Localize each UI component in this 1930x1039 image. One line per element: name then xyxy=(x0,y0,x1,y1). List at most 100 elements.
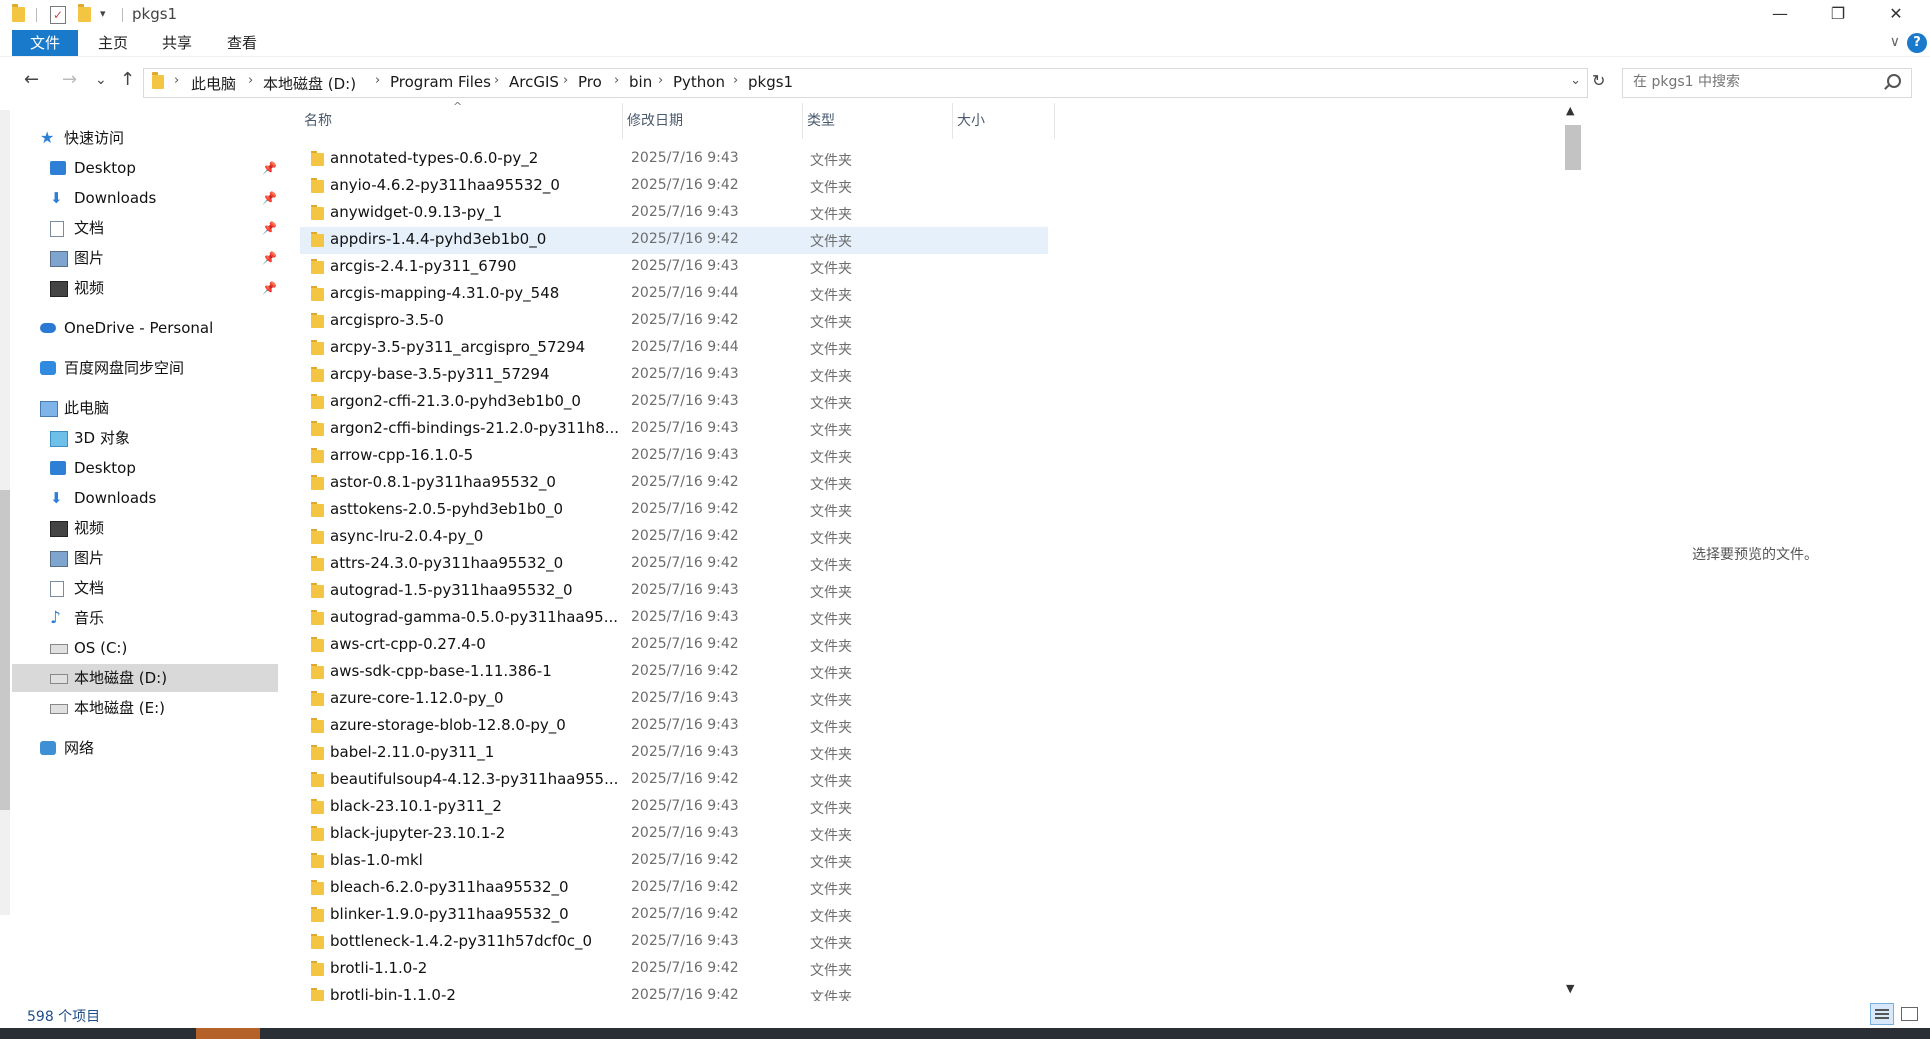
breadcrumb-drive-d[interactable]: 本地磁盘 (D:) xyxy=(263,73,356,94)
pin-icon[interactable]: 📌 xyxy=(262,274,277,302)
file-row[interactable]: arcpy-3.5-py311_arcgispro_57294 2025/7/16… xyxy=(300,335,1048,362)
pin-icon[interactable]: 📌 xyxy=(262,184,277,212)
file-row[interactable]: autograd-1.5-py311haa95532_0 2025/7/16 9:… xyxy=(300,578,1048,605)
close-button[interactable]: ✕ xyxy=(1868,0,1924,30)
file-row[interactable]: annotated-types-0.6.0-py_2 2025/7/16 9:43… xyxy=(300,146,1048,173)
sidebar-item-pictures[interactable]: 图片 📌 xyxy=(50,244,280,272)
taskbar-app-button[interactable] xyxy=(196,1028,260,1039)
file-row[interactable]: aws-sdk-cpp-base-1.11.386-1 2025/7/16 9:4… xyxy=(300,659,1048,686)
breadcrumb-program-files[interactable]: Program Files xyxy=(390,73,491,91)
sidebar-item-drive-e[interactable]: 本地磁盘 (E:) xyxy=(50,694,280,722)
file-row[interactable]: arcgis-2.4.1-py311_6790 2025/7/16 9:43 文件夹 xyxy=(300,254,1048,281)
search-input[interactable] xyxy=(1631,73,1875,91)
search-icon[interactable] xyxy=(1887,74,1901,88)
sidebar-item-downloads[interactable]: ⬇ Downloads xyxy=(50,484,280,512)
file-row[interactable]: arcgispro-3.5-0 2025/7/16 9:42 文件夹 xyxy=(300,308,1048,335)
file-row[interactable]: brotli-bin-1.1.0-2 2025/7/16 9:42 文件夹 xyxy=(300,983,1048,1001)
sidebar-item-onedrive[interactable]: OneDrive - Personal xyxy=(40,314,280,342)
sidebar-item-videos[interactable]: 视频 📌 xyxy=(50,274,280,302)
sidebar-item-desktop[interactable]: Desktop xyxy=(50,454,280,482)
file-row[interactable]: aws-crt-cpp-0.27.4-0 2025/7/16 9:42 文件夹 xyxy=(300,632,1048,659)
file-row[interactable]: black-23.10.1-py311_2 2025/7/16 9:43 文件夹 xyxy=(300,794,1048,821)
minimize-button[interactable]: — xyxy=(1752,0,1808,30)
sidebar-item-downloads[interactable]: ⬇ Downloads 📌 xyxy=(50,184,280,212)
customize-quick-access-icon[interactable]: ▾ xyxy=(100,7,106,20)
file-row[interactable]: blinker-1.9.0-py311haa95532_0 2025/7/16 9… xyxy=(300,902,1048,929)
scroll-up-icon[interactable]: ▲ xyxy=(1566,104,1574,117)
large-icons-view-icon[interactable] xyxy=(1898,1003,1920,1023)
sidebar-item-baidu[interactable]: 百度网盘同步空间 xyxy=(40,354,280,382)
column-header-type[interactable]: 类型 xyxy=(803,103,953,139)
sidebar-item-videos[interactable]: 视频 xyxy=(50,514,280,542)
file-row[interactable]: bottleneck-1.4.2-py311h57dcf0c_0 2025/7/1… xyxy=(300,929,1048,956)
sidebar-item-this-pc[interactable]: 此电脑 xyxy=(40,394,280,422)
file-row[interactable]: appdirs-1.4.4-pyhd3eb1b0_0 2025/7/16 9:42… xyxy=(300,227,1048,254)
sidebar-item-drive-c[interactable]: OS (C:) xyxy=(50,634,280,662)
file-row[interactable]: asttokens-2.0.5-pyhd3eb1b0_0 2025/7/16 9:… xyxy=(300,497,1048,524)
address-bar[interactable]: › 此电脑 › 本地磁盘 (D:) › Program Files › ArcG… xyxy=(143,68,1588,98)
tab-home[interactable]: 主页 xyxy=(88,30,138,56)
file-row[interactable]: anyio-4.6.2-py311haa95532_0 2025/7/16 9:4… xyxy=(300,173,1048,200)
file-row[interactable]: babel-2.11.0-py311_1 2025/7/16 9:43 文件夹 xyxy=(300,740,1048,767)
file-row[interactable]: brotli-1.1.0-2 2025/7/16 9:42 文件夹 xyxy=(300,956,1048,983)
pin-icon[interactable]: 📌 xyxy=(262,244,277,272)
help-button[interactable]: ? xyxy=(1907,33,1927,53)
sidebar-item-network[interactable]: 网络 xyxy=(40,734,280,762)
maximize-button[interactable]: ❐ xyxy=(1810,0,1866,30)
scroll-down-icon[interactable]: ▼ xyxy=(1566,982,1574,995)
breadcrumb-arcgis[interactable]: ArcGIS xyxy=(509,73,559,91)
file-row[interactable]: arcpy-base-3.5-py311_57294 2025/7/16 9:43… xyxy=(300,362,1048,389)
column-header-modified[interactable]: 修改日期 xyxy=(623,103,803,139)
sidebar-item-pictures[interactable]: 图片 xyxy=(50,544,280,572)
file-row[interactable]: async-lru-2.0.4-py_0 2025/7/16 9:42 文件夹 xyxy=(300,524,1048,551)
file-row[interactable]: azure-core-1.12.0-py_0 2025/7/16 9:43 文件夹 xyxy=(300,686,1048,713)
pin-icon[interactable]: 📌 xyxy=(262,154,277,182)
file-list-scrollbar[interactable] xyxy=(1562,103,1582,1001)
file-row[interactable]: azure-storage-blob-12.8.0-py_0 2025/7/16 … xyxy=(300,713,1048,740)
file-row[interactable]: beautifulsoup4-4.12.3-py311haa955... 2025… xyxy=(300,767,1048,794)
breadcrumb-bin[interactable]: bin xyxy=(629,73,652,91)
pin-icon[interactable]: 📌 xyxy=(262,214,277,242)
expand-ribbon-icon[interactable]: ∨ xyxy=(1890,34,1900,50)
file-row[interactable]: arrow-cpp-16.1.0-5 2025/7/16 9:43 文件夹 xyxy=(300,443,1048,470)
file-row[interactable]: anywidget-0.9.13-py_1 2025/7/16 9:43 文件夹 xyxy=(300,200,1048,227)
search-box[interactable] xyxy=(1622,68,1912,98)
up-button[interactable]: ↑ xyxy=(120,69,135,90)
sidebar-item-music[interactable]: ♪ 音乐 xyxy=(50,604,280,632)
breadcrumb-pro[interactable]: Pro xyxy=(578,73,602,91)
properties-icon[interactable]: ✓ xyxy=(50,6,66,24)
details-view-icon[interactable] xyxy=(1870,1003,1894,1025)
back-button[interactable]: ← xyxy=(24,69,39,90)
file-row[interactable]: arcgis-mapping-4.31.0-py_548 2025/7/16 9:… xyxy=(300,281,1048,308)
tab-file[interactable]: 文件 xyxy=(12,30,78,56)
sidebar-item-drive-d[interactable]: 本地磁盘 (D:) xyxy=(12,664,278,692)
refresh-button[interactable]: ↻ xyxy=(1592,71,1605,90)
address-history-dropdown[interactable]: ⌄ xyxy=(1570,73,1581,88)
file-row[interactable]: argon2-cffi-21.3.0-pyhd3eb1b0_0 2025/7/16… xyxy=(300,389,1048,416)
recent-locations-button[interactable]: ⌄ xyxy=(95,72,107,88)
sidebar-item-documents[interactable]: 文档 📌 xyxy=(50,214,280,242)
breadcrumb-pkgs1[interactable]: pkgs1 xyxy=(748,73,793,91)
breadcrumb-python[interactable]: Python xyxy=(673,73,725,91)
file-type: 文件夹 xyxy=(810,261,852,277)
column-header-size[interactable]: 大小 xyxy=(953,103,1055,139)
sidebar-item-quick-access[interactable]: ★ 快速访问 xyxy=(40,124,280,152)
sidebar-item-documents[interactable]: 文档 xyxy=(50,574,280,602)
file-row[interactable]: astor-0.8.1-py311haa95532_0 2025/7/16 9:4… xyxy=(300,470,1048,497)
tab-share[interactable]: 共享 xyxy=(152,30,202,56)
breadcrumb-this-pc[interactable]: 此电脑 xyxy=(191,73,236,94)
tab-view[interactable]: 查看 xyxy=(217,30,267,56)
file-row[interactable]: black-jupyter-23.10.1-2 2025/7/16 9:43 文件夹 xyxy=(300,821,1048,848)
file-row[interactable]: argon2-cffi-bindings-21.2.0-py311h8... 20… xyxy=(300,416,1048,443)
file-row[interactable]: bleach-6.2.0-py311haa95532_0 2025/7/16 9:… xyxy=(300,875,1048,902)
file-row[interactable]: blas-1.0-mkl 2025/7/16 9:42 文件夹 xyxy=(300,848,1048,875)
sidebar-item-3d-objects[interactable]: 3D 对象 xyxy=(50,424,280,452)
file-type: 文件夹 xyxy=(810,585,852,601)
forward-button[interactable]: → xyxy=(62,69,77,90)
new-folder-icon[interactable] xyxy=(78,4,91,22)
file-list-scrollbar-thumb[interactable] xyxy=(1565,125,1581,170)
file-row[interactable]: autograd-gamma-0.5.0-py311haa95... 2025/7… xyxy=(300,605,1048,632)
file-name: arcgispro-3.5-0 xyxy=(330,311,444,329)
sidebar-item-desktop[interactable]: Desktop 📌 xyxy=(50,154,280,182)
file-row[interactable]: attrs-24.3.0-py311haa95532_0 2025/7/16 9:… xyxy=(300,551,1048,578)
